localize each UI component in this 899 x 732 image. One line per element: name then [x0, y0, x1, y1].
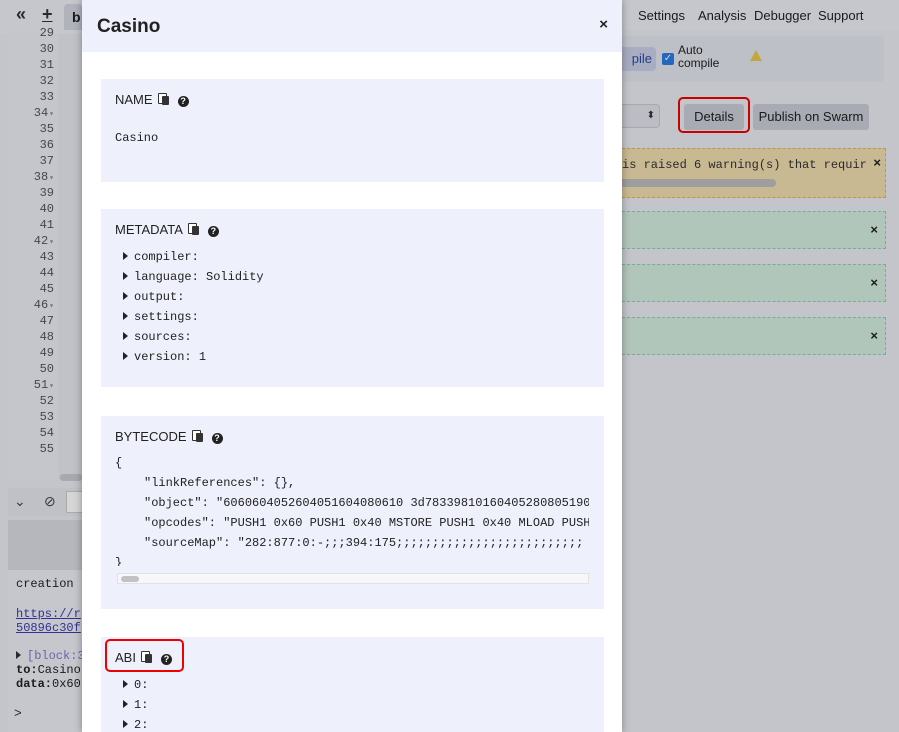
metadata-section: METADATA? compiler: language: Solidity o… [101, 209, 604, 387]
bytecode-line: "opcodes": "PUSH1 0x60 PUSH1 0x40 MSTORE… [144, 516, 589, 530]
bytecode-line: "sourceMap": "282:877:0:-;;;394:175;;;;;… [144, 536, 584, 550]
copy-icon[interactable] [191, 430, 204, 442]
help-icon[interactable]: ? [177, 96, 189, 107]
abi-highlight [105, 639, 184, 672]
bytecode-close-brace: } [115, 556, 123, 566]
metadata-item[interactable]: settings: [123, 310, 199, 324]
bytecode-line: "object": "6060604052604051604080610 3d7… [144, 496, 589, 510]
copy-icon[interactable] [157, 93, 170, 105]
caret-right-icon[interactable] [123, 680, 128, 688]
bytecode-scrollbar[interactable] [117, 573, 589, 584]
caret-right-icon[interactable] [123, 720, 128, 728]
metadata-item[interactable]: language: Solidity [123, 270, 264, 284]
scrollbar-thumb[interactable] [121, 576, 139, 582]
name-section: NAME? Casino [101, 79, 604, 182]
caret-right-icon[interactable] [123, 272, 128, 280]
bytecode-content[interactable]: { "linkReferences": {}, "object": "60606… [115, 456, 589, 566]
section-title: BYTECODE? [115, 429, 223, 444]
section-title: NAME? [115, 92, 189, 107]
help-icon[interactable]: ? [211, 433, 223, 444]
close-icon[interactable]: × [599, 16, 608, 33]
caret-right-icon[interactable] [123, 252, 128, 260]
copy-icon[interactable] [187, 223, 200, 235]
modal-header: Casino × [82, 0, 622, 52]
metadata-item[interactable]: compiler: [123, 250, 199, 264]
caret-right-icon[interactable] [123, 292, 128, 300]
abi-item[interactable]: 2: [123, 718, 148, 732]
caret-right-icon[interactable] [123, 352, 128, 360]
caret-right-icon[interactable] [123, 700, 128, 708]
contract-details-modal: Casino × NAME? Casino METADATA? compiler… [82, 0, 622, 732]
section-title: METADATA? [115, 222, 219, 237]
name-value: Casino [115, 131, 159, 145]
bytecode-open-brace: { [115, 456, 123, 470]
modal-title: Casino [97, 16, 161, 37]
caret-right-icon[interactable] [123, 312, 128, 320]
metadata-item[interactable]: version: 1 [123, 350, 206, 364]
metadata-item[interactable]: sources: [123, 330, 192, 344]
help-icon[interactable]: ? [207, 226, 219, 237]
caret-right-icon[interactable] [123, 332, 128, 340]
abi-item[interactable]: 0: [123, 678, 148, 692]
abi-item[interactable]: 1: [123, 698, 148, 712]
bytecode-line: "linkReferences": {}, [144, 476, 296, 490]
bytecode-section: BYTECODE? { "linkReferences": {}, "objec… [101, 416, 604, 609]
metadata-item[interactable]: output: [123, 290, 184, 304]
